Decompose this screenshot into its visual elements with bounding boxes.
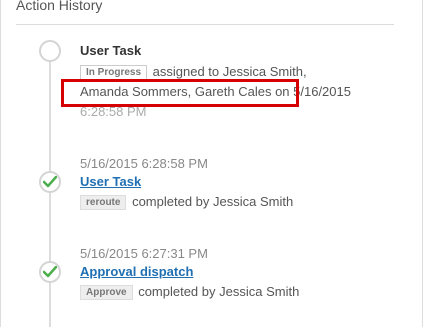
entry-completion-line: reroute completed by Jessica Smith	[80, 194, 293, 210]
status-badge: In Progress	[80, 65, 148, 80]
empty-circle-icon	[39, 40, 61, 62]
action-badge: Approve	[80, 285, 133, 300]
completion-text: completed by Jessica Smith	[138, 284, 300, 299]
entry-title: User Task	[80, 43, 141, 58]
action-badge: reroute	[80, 195, 127, 210]
approval-dispatch-link[interactable]: Approval dispatch	[80, 264, 193, 279]
highlight-annotation-box	[61, 79, 299, 107]
check-circle-icon	[39, 171, 61, 193]
section-divider	[16, 24, 394, 25]
panel-left-border	[0, 0, 1, 327]
assignment-text: assigned to Jessica Smith,	[152, 64, 307, 79]
section-title: Action History	[16, 0, 103, 13]
user-task-link[interactable]: User Task	[80, 174, 141, 189]
task-title: User Task	[80, 43, 142, 58]
entry-timestamp: 5/16/2015 6:27:31 PM	[80, 246, 208, 261]
completion-text: completed by Jessica Smith	[132, 194, 294, 209]
entry-assignment-line: In Progress assigned to Jessica Smith,	[80, 64, 307, 80]
entry-timestamp: 5/16/2015 6:28:58 PM	[80, 156, 208, 171]
panel-right-border	[422, 0, 423, 327]
check-circle-icon	[39, 261, 61, 283]
entry-completion-line: Approve completed by Jessica Smith	[80, 284, 299, 300]
